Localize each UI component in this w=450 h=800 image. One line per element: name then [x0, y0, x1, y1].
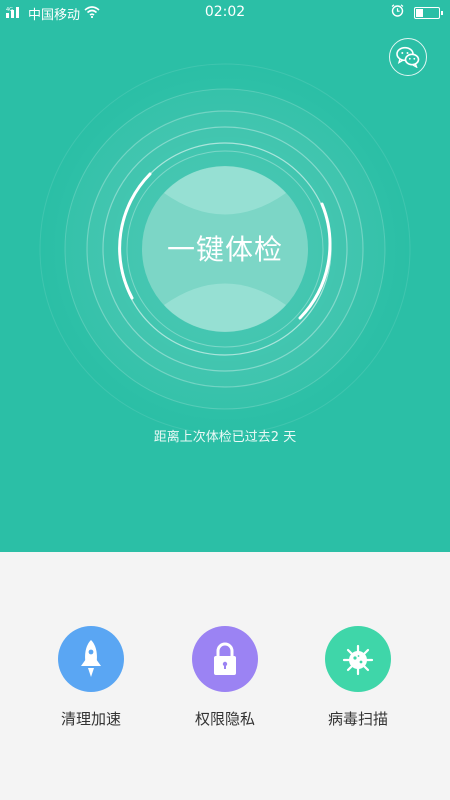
tool-circle [325, 626, 391, 692]
virus-icon [342, 644, 374, 676]
tool-circle [58, 626, 124, 692]
tool-circle [192, 626, 258, 692]
tool-label: 权限隐私 [194, 710, 255, 728]
permission-privacy-button[interactable]: 权限隐私 [180, 626, 270, 729]
last-check-text: 距离上次体检已过去2 天 [153, 430, 297, 445]
clean-speedup-button[interactable]: 清理加速 [46, 626, 136, 729]
tool-label: 病毒扫描 [327, 710, 388, 728]
lock-icon [214, 642, 236, 675]
header-panel: 4G 中国移动 02:02 一键体检 距离上次体检已过去2 天 [0, 0, 450, 552]
check-label: 一键体检 [166, 233, 283, 266]
virus-scan-button[interactable]: 病毒扫描 [313, 626, 403, 729]
tool-label: 清理加速 [60, 710, 121, 728]
rocket-icon [81, 640, 101, 677]
